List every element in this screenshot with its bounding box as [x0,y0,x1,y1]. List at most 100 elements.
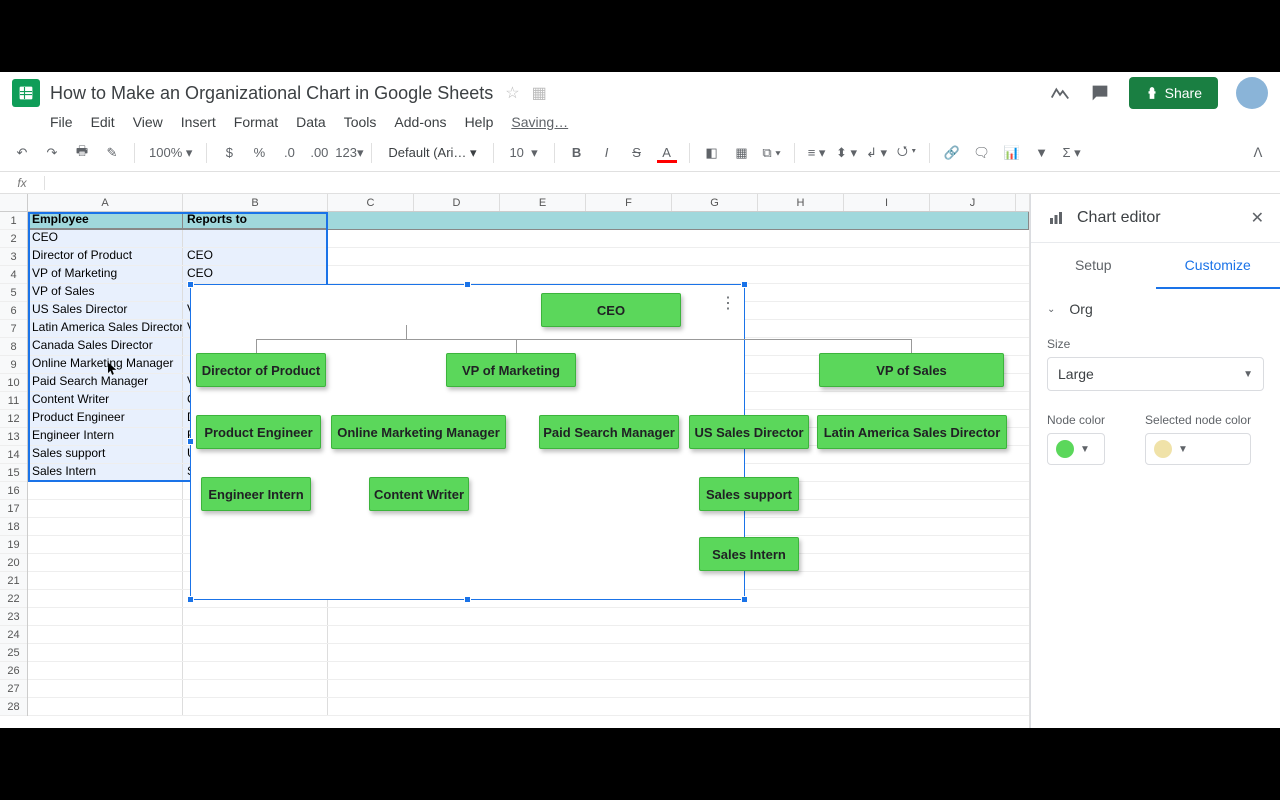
row-header[interactable]: 21 [0,572,27,590]
cell[interactable]: VP of Sales [28,284,183,301]
paint-format-icon[interactable]: ✎ [100,141,124,165]
cell[interactable]: CEO [183,266,328,283]
selected-node-color-picker[interactable]: ▼ [1145,433,1251,465]
currency-icon[interactable]: $ [217,141,241,165]
share-button[interactable]: Share [1129,77,1218,109]
cell[interactable] [28,590,183,607]
cell[interactable]: VP of Marketing [28,266,183,283]
percent-icon[interactable]: % [247,141,271,165]
row-header[interactable]: 17 [0,500,27,518]
cell[interactable]: Paid Search Manager [28,374,183,391]
row-header[interactable]: 25 [0,644,27,662]
rotate-icon[interactable]: ⭯ ▾ [895,141,919,165]
org-node[interactable]: Director of Product [196,353,326,387]
tab-customize[interactable]: Customize [1156,243,1280,289]
cell[interactable]: Reports to [183,212,328,229]
cell[interactable]: Content Writer [28,392,183,409]
undo-icon[interactable]: ↶ [10,141,34,165]
row-header[interactable]: 18 [0,518,27,536]
row-header[interactable]: 20 [0,554,27,572]
cell[interactable] [183,698,328,715]
org-node[interactable]: Paid Search Manager [539,415,679,449]
org-node[interactable]: VP of Marketing [446,353,576,387]
cell[interactable] [183,680,328,697]
cell[interactable] [183,230,328,247]
org-node[interactable]: Latin America Sales Director [817,415,1007,449]
row-header[interactable]: 3 [0,248,27,266]
font-select[interactable]: Default (Ari… ▾ [382,143,482,163]
row-header[interactable]: 16 [0,482,27,500]
col-header-h[interactable]: H [758,194,844,211]
italic-icon[interactable]: I [595,141,619,165]
merge-icon[interactable]: ⧉ ▾ [760,141,784,165]
col-header-i[interactable]: I [844,194,930,211]
col-header-c[interactable]: C [328,194,414,211]
menu-help[interactable]: Help [465,114,494,130]
cell[interactable] [28,500,183,517]
row-header[interactable]: 27 [0,680,27,698]
cell[interactable] [28,608,183,625]
col-header-f[interactable]: F [586,194,672,211]
link-icon[interactable]: 🔗 [940,141,964,165]
row-header[interactable]: 15 [0,464,27,482]
cell[interactable] [28,518,183,535]
account-avatar[interactable] [1236,77,1268,109]
cell[interactable] [28,572,183,589]
more-formats-select[interactable]: 123 ▾ [337,141,361,165]
resize-handle[interactable] [741,596,748,603]
print-icon[interactable]: 🖶 [70,141,94,165]
formula-bar[interactable]: fx [0,172,1280,194]
resize-handle[interactable] [187,281,194,288]
move-folder-icon[interactable]: ▦ [532,83,547,103]
col-header-d[interactable]: D [414,194,500,211]
resize-handle[interactable] [464,281,471,288]
row-header[interactable]: 26 [0,662,27,680]
spreadsheet-area[interactable]: A B C D E F G H I J 12345678910111213141… [0,194,1030,728]
bold-icon[interactable]: B [565,141,589,165]
org-node[interactable]: Sales Intern [699,537,799,571]
cell[interactable] [28,554,183,571]
org-node[interactable]: Engineer Intern [201,477,311,511]
cell[interactable]: Engineer Intern [28,428,183,445]
row-header[interactable]: 12 [0,410,27,428]
cell[interactable]: Director of Product [28,248,183,265]
col-header-e[interactable]: E [500,194,586,211]
menu-insert[interactable]: Insert [181,114,216,130]
size-select[interactable]: Large ▼ [1047,357,1264,391]
tab-setup[interactable]: Setup [1031,243,1156,289]
resize-handle[interactable] [187,596,194,603]
row-header[interactable]: 10 [0,374,27,392]
row-header[interactable]: 14 [0,446,27,464]
cell[interactable]: Canada Sales Director [28,338,183,355]
star-icon[interactable]: ☆ [505,83,519,103]
menu-edit[interactable]: Edit [91,114,115,130]
redo-icon[interactable]: ↷ [40,141,64,165]
org-node[interactable]: CEO [541,293,681,327]
cell[interactable] [28,536,183,553]
row-header[interactable]: 24 [0,626,27,644]
close-icon[interactable]: ✕ [1251,208,1264,228]
comment-icon[interactable]: 🗨 [970,141,994,165]
resize-handle[interactable] [464,596,471,603]
cell[interactable]: Sales support [28,446,183,463]
org-node[interactable]: Online Marketing Manager [331,415,506,449]
menu-data[interactable]: Data [296,114,326,130]
menu-tools[interactable]: Tools [344,114,377,130]
fill-color-icon[interactable]: ◧ [700,141,724,165]
row-header[interactable]: 7 [0,320,27,338]
cell[interactable]: Sales Intern [28,464,183,481]
v-align-icon[interactable]: ⬍ ▾ [835,141,859,165]
col-header-a[interactable]: A [28,194,183,211]
org-node[interactable]: VP of Sales [819,353,1004,387]
row-header[interactable]: 4 [0,266,27,284]
menu-addons[interactable]: Add-ons [394,114,446,130]
row-headers[interactable]: 1234567891011121314151617181920212223242… [0,212,28,716]
cell[interactable] [183,662,328,679]
wrap-icon[interactable]: ↲ ▾ [865,141,889,165]
borders-icon[interactable]: ▦ [730,141,754,165]
activity-icon[interactable] [1049,82,1071,104]
resize-handle[interactable] [187,438,194,445]
cell[interactable] [28,680,183,697]
cell[interactable] [28,698,183,715]
org-node[interactable]: Sales support [699,477,799,511]
